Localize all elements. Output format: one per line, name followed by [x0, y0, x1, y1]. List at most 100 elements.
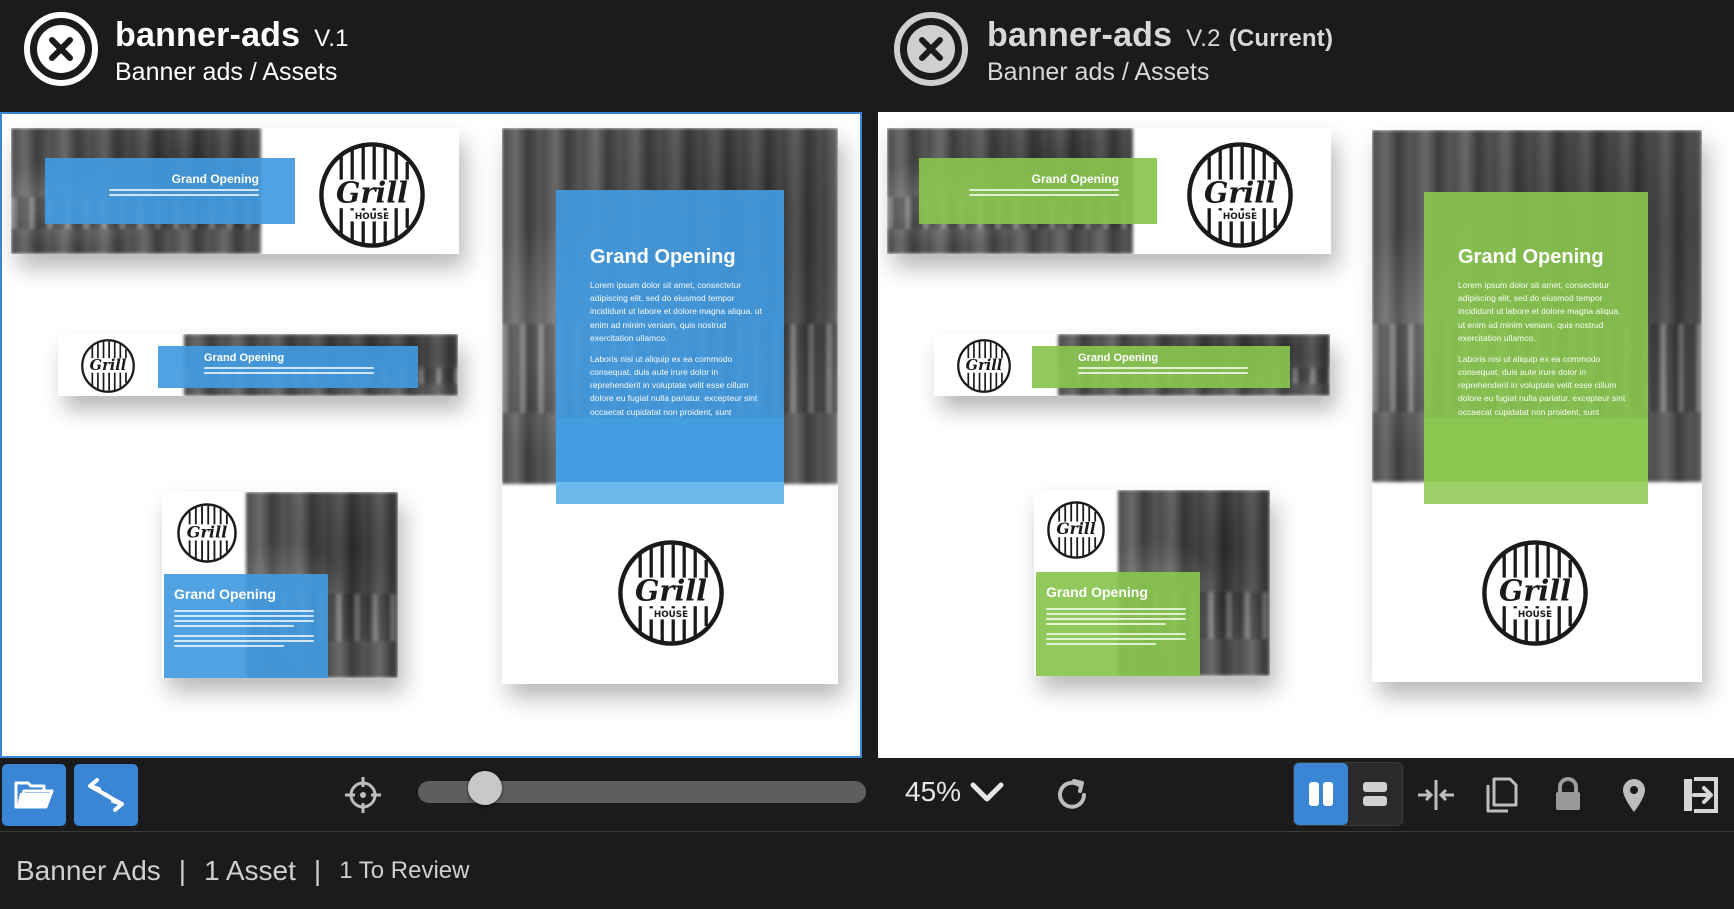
body-text-line [109, 189, 259, 191]
asset-count[interactable]: 1 Asset [204, 855, 296, 887]
promo-overlay: Grand Opening [919, 158, 1157, 224]
promo-overlay: Grand Opening Lorem ipsum dolor sit amet… [1424, 192, 1648, 482]
body-text-line [1046, 643, 1156, 645]
ad-headline: Grand Opening [204, 352, 285, 364]
logo-wordmark: Grill [336, 176, 408, 210]
right-asset-title: banner-ads V.2 (Current) [987, 16, 1333, 55]
close-right-version-button[interactable] [894, 12, 968, 86]
body-text-line [204, 367, 374, 369]
chevron-down-icon [970, 782, 1004, 802]
right-asset-name: banner-ads [987, 16, 1173, 54]
recenter-button[interactable] [331, 764, 395, 826]
status-bar: Banner Ads | 1 Asset | 1 To Review [0, 832, 1734, 909]
right-version-label: V.2 [1186, 25, 1221, 52]
body-text-line [174, 625, 294, 627]
split-compare-icon [1418, 780, 1454, 810]
logo-wordmark: Grill [1499, 574, 1571, 608]
body-text-line [1046, 623, 1166, 625]
grill-house-logo: Grill [956, 338, 1012, 394]
folder-open-icon [14, 781, 54, 809]
location-pin-button[interactable] [1602, 764, 1666, 826]
banner-ad-skyscraper: Grand Opening Lorem ipsum dolor sit amet… [502, 128, 838, 684]
header: banner-ads V.1 Banner ads / Assets banner… [0, 0, 1734, 112]
close-circle-icon [24, 12, 98, 86]
open-folder-button[interactable] [2, 764, 66, 826]
body-text-line [174, 635, 314, 637]
stacked-view-icon [1363, 782, 1387, 806]
right-breadcrumb[interactable]: Banner ads / Assets [987, 58, 1209, 87]
zoom-slider-handle[interactable] [467, 771, 502, 805]
logo-subtext: HOUSE [1223, 212, 1257, 222]
logo-wordmark: Grill [1204, 176, 1276, 210]
ad-body: Lorem ipsum dolor sit amet, consectetur … [1458, 279, 1628, 419]
logo-wordmark: Grill [90, 357, 127, 374]
promo-overlay: Grand Opening [158, 346, 418, 388]
banner-ad-leaderboard: Grill Grand Opening [58, 334, 458, 396]
right-version-canvas[interactable]: Grand Opening Grill HOUSE Grill Grand Op… [878, 112, 1734, 758]
body-text-line [204, 372, 374, 374]
banner-ad-wide: Grand Opening Grill HOUSE [887, 128, 1331, 254]
banner-ad-skyscraper: Grand Opening Lorem ipsum dolor sit amet… [1372, 130, 1702, 682]
swap-versions-button[interactable] [74, 764, 138, 826]
left-breadcrumb[interactable]: Banner ads / Assets [115, 58, 337, 87]
swap-arrows-icon [88, 778, 124, 812]
exit-compare-button[interactable] [1668, 764, 1732, 826]
body-text-line [1046, 633, 1186, 635]
left-version-canvas[interactable]: Grand Opening Grill HOUSE Grill Grand Op… [0, 112, 862, 758]
promo-overlay: Grand Opening [164, 574, 328, 678]
body-text-line [174, 645, 284, 647]
promo-overlay: Grand Opening [1032, 346, 1290, 388]
promo-overlay: Grand Opening [1036, 572, 1200, 676]
refresh-button[interactable] [1040, 764, 1104, 826]
left-asset-name: banner-ads [115, 16, 301, 54]
grill-house-logo: Grill [176, 502, 238, 564]
separator: | [178, 854, 187, 886]
logo-wordmark: Grill [1056, 519, 1095, 538]
grill-house-logo: Grill HOUSE [616, 538, 726, 648]
logo-subtext: HOUSE [355, 212, 389, 222]
body-text-line [174, 640, 314, 642]
logo-wordmark: Grill [635, 574, 707, 608]
zoom-dropdown[interactable]: 45% [905, 776, 1005, 808]
side-by-side-view-icon [1309, 782, 1333, 806]
logo-subtext: HOUSE [654, 610, 688, 620]
split-compare-button[interactable] [1404, 764, 1468, 826]
ad-body-paragraph-2: Laboris nisi ut aliquip ex ea commodo co… [1458, 353, 1626, 417]
ad-headline: Grand Opening [174, 586, 276, 602]
close-circle-icon [894, 12, 968, 86]
copy-pages-button[interactable] [1468, 764, 1532, 826]
ad-headline: Grand Opening [590, 246, 736, 268]
close-left-version-button[interactable] [24, 12, 98, 86]
body-text-line [1046, 608, 1186, 610]
banner-ad-wide: Grand Opening Grill HOUSE [11, 128, 459, 254]
grill-house-logo: Grill [1046, 500, 1106, 560]
body-text-line [1046, 638, 1186, 640]
side-by-side-view-button[interactable] [1294, 763, 1348, 825]
logo-subtext: HOUSE [1518, 610, 1552, 620]
separator: | [313, 854, 322, 886]
ad-headline: Grand Opening [1078, 352, 1159, 364]
view-mode-toggle [1293, 762, 1403, 826]
lock-button[interactable] [1536, 764, 1600, 826]
body-text-line [969, 194, 1119, 196]
grill-house-logo: Grill [80, 338, 136, 394]
review-count[interactable]: 1 To Review [339, 857, 469, 885]
grill-house-logo: Grill HOUSE [1185, 140, 1295, 250]
grill-house-logo: Grill HOUSE [317, 140, 427, 250]
ad-headline: Grand Opening [1046, 584, 1148, 600]
compare-app: banner-ads V.1 Banner ads / Assets banner… [0, 0, 1734, 909]
grill-house-logo: Grill HOUSE [1480, 538, 1590, 648]
project-name[interactable]: Banner Ads [16, 855, 161, 887]
banner-ad-rectangle: Grill Grand Opening [162, 492, 398, 678]
location-pin-icon [1623, 779, 1645, 812]
body-text-line [1078, 367, 1248, 369]
stacked-view-button[interactable] [1348, 763, 1402, 825]
ad-headline: Grand Opening [1031, 172, 1119, 186]
ad-headline: Grand Opening [1458, 246, 1604, 268]
logo-wordmark: Grill [966, 357, 1003, 374]
ad-body-paragraph-2: Laboris nisi ut aliquip ex ea commodo co… [590, 353, 758, 417]
zoom-value: 45% [905, 776, 962, 807]
body-text-line [1046, 613, 1186, 615]
exit-icon [1684, 777, 1718, 813]
body-text-line [174, 610, 314, 612]
